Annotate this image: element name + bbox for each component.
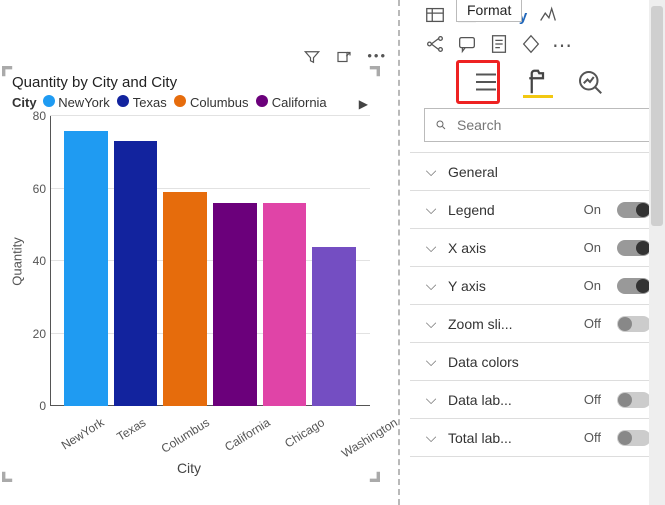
toggle-state-label: Off — [584, 430, 601, 445]
power-apps-icon[interactable] — [520, 33, 542, 58]
pane-scrollbar[interactable] — [649, 0, 665, 505]
chart-visual[interactable]: Quantity by City and City City NewYork T… — [6, 70, 376, 478]
chevron-down-icon: ⌵ — [424, 429, 438, 446]
analytics-tab[interactable] — [575, 68, 605, 98]
pane-tabs — [410, 68, 665, 98]
bar-texas[interactable] — [114, 141, 158, 406]
chevron-down-icon: ⌵ — [424, 315, 438, 332]
toggle-switch[interactable] — [617, 392, 651, 408]
fields-tab[interactable] — [471, 68, 501, 98]
chevron-down-icon: ⌵ — [424, 201, 438, 218]
format-section-label: X axis — [448, 240, 574, 256]
legend-swatch — [174, 95, 186, 107]
bar-newyork[interactable] — [64, 131, 108, 407]
format-search-input[interactable] — [455, 116, 640, 134]
toggle-state-label: Off — [584, 316, 601, 331]
format-section-legend[interactable]: ⌵ Legend On — [410, 191, 665, 229]
format-section-data-lab-[interactable]: ⌵ Data lab... Off — [410, 381, 665, 419]
toggle-switch[interactable] — [617, 316, 651, 332]
toggle-state-label: On — [584, 240, 601, 255]
format-section-label: General — [448, 164, 651, 180]
format-properties-list: ⌵ General ⌵ Legend On ⌵ X axis On ⌵ Y axis On ⌵ Zoom… — [410, 152, 665, 457]
format-section-y-axis[interactable]: ⌵ Y axis On — [410, 267, 665, 305]
toggle-state-label: On — [584, 202, 601, 217]
legend-dimension: City — [12, 95, 37, 110]
visual-type-gallery-row1: R Py — [410, 0, 665, 31]
format-section-label: Total lab... — [448, 430, 574, 446]
qa-visual-icon[interactable] — [456, 33, 478, 58]
format-search[interactable] — [424, 108, 651, 142]
legend-swatch — [117, 95, 129, 107]
pane-divider[interactable] — [398, 0, 400, 505]
table-visual-icon[interactable] — [424, 4, 446, 29]
legend-label: Columbus — [190, 95, 249, 110]
x-axis-ticks: NewYorkTexasColumbusCaliforniaChicagoWas… — [8, 406, 370, 424]
format-section-total-lab-[interactable]: ⌵ Total lab... Off — [410, 419, 665, 457]
chart-plot-area — [50, 116, 370, 406]
x-tick: California — [222, 410, 281, 454]
focus-mode-icon[interactable] — [335, 48, 353, 69]
visual-type-gallery-row2: ⋯ — [410, 31, 665, 64]
y-axis-ticks: 020406080 — [26, 116, 50, 406]
search-icon — [435, 117, 447, 133]
legend-swatch — [256, 95, 268, 107]
format-section-label: Legend — [448, 202, 574, 218]
visualizations-pane: Format R Py ⋯ ⌵ General ⌵ Legend On ⌵ X axis On… — [410, 0, 665, 505]
decomposition-tree-icon[interactable] — [424, 33, 446, 58]
format-tooltip: Format — [456, 0, 522, 22]
format-section-label: Y axis — [448, 278, 574, 294]
chevron-down-icon: ⌵ — [424, 353, 438, 370]
toggle-switch[interactable] — [617, 430, 651, 446]
bar-washington[interactable] — [312, 247, 356, 407]
format-section-zoom-sli-[interactable]: ⌵ Zoom sli... Off — [410, 305, 665, 343]
x-tick: Columbus — [159, 410, 221, 456]
bar-chicago[interactable] — [263, 203, 307, 406]
chevron-down-icon: ⌵ — [424, 391, 438, 408]
format-tab[interactable] — [523, 68, 553, 98]
chevron-down-icon: ⌵ — [424, 239, 438, 256]
toggle-state-label: On — [584, 278, 601, 293]
x-tick: Texas — [114, 410, 156, 444]
format-section-label: Data lab... — [448, 392, 574, 408]
chevron-down-icon: ⌵ — [424, 163, 438, 180]
chart-title: Quantity by City and City — [8, 72, 370, 95]
bar-california[interactable] — [213, 203, 257, 406]
legend-label: NewYork — [58, 95, 110, 110]
x-tick: Chicago — [282, 410, 335, 451]
format-section-x-axis[interactable]: ⌵ X axis On — [410, 229, 665, 267]
y-axis-label: Quantity — [8, 116, 26, 406]
x-axis-label: City — [8, 460, 370, 476]
chart-legend: City NewYork Texas Columbus California ▶ — [8, 95, 370, 116]
legend-overflow-icon[interactable]: ▶ — [359, 97, 368, 111]
format-section-label: Data colors — [448, 354, 651, 370]
format-section-general[interactable]: ⌵ General — [410, 153, 665, 191]
toggle-switch[interactable] — [617, 240, 651, 256]
format-section-label: Zoom sli... — [448, 316, 574, 332]
bar-columbus[interactable] — [163, 192, 207, 406]
legend-label: Texas — [133, 95, 167, 110]
legend-swatch — [43, 95, 55, 107]
chevron-down-icon: ⌵ — [424, 277, 438, 294]
get-more-visuals-icon[interactable]: ⋯ — [552, 33, 572, 58]
format-section-data-colors[interactable]: ⌵ Data colors — [410, 343, 665, 381]
filter-icon[interactable] — [303, 48, 321, 69]
x-tick: NewYork — [59, 410, 115, 452]
toggle-switch[interactable] — [617, 202, 651, 218]
paginated-report-icon[interactable] — [488, 33, 510, 58]
toggle-switch[interactable] — [617, 278, 651, 294]
key-influencers-icon[interactable] — [537, 4, 559, 29]
toggle-state-label: Off — [584, 392, 601, 407]
legend-label: California — [272, 95, 327, 110]
report-canvas[interactable]: ••• Quantity by City and City City NewYo… — [0, 0, 395, 505]
